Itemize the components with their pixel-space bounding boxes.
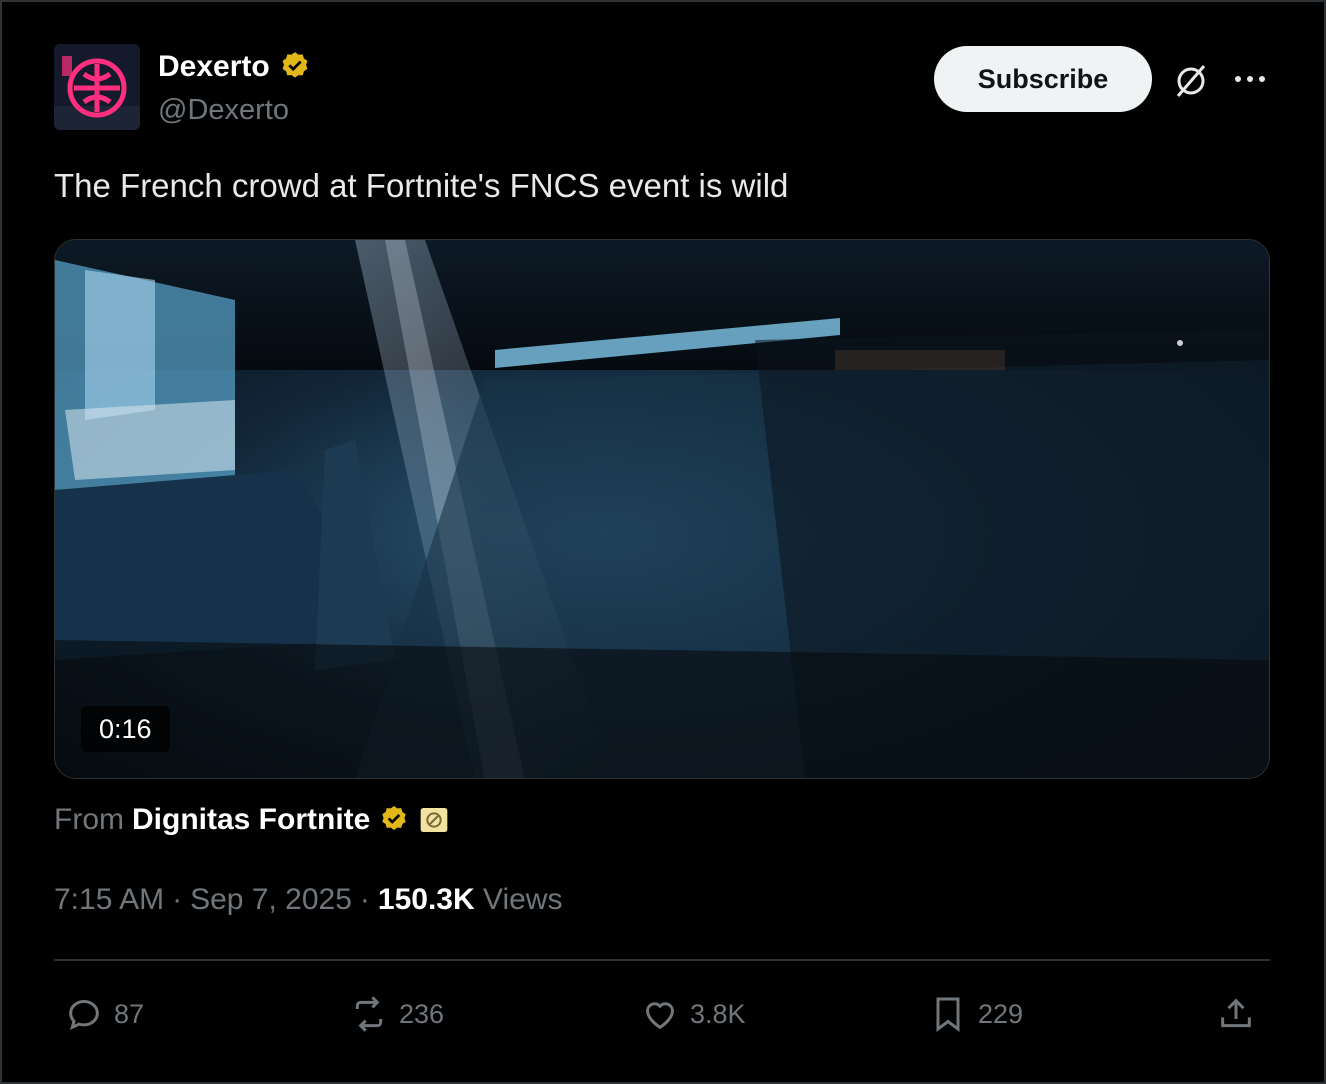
- repost-count: 236: [399, 998, 445, 1029]
- bookmark-count: 229: [978, 998, 1024, 1029]
- views-count: 150.3K: [377, 883, 475, 916]
- verified-icon: [382, 806, 407, 830]
- tweet-text: The French crowd at Fortnite's FNCS even…: [54, 167, 789, 204]
- repost-icon: [355, 996, 383, 1032]
- video-duration: 0:16: [81, 706, 170, 752]
- divider: [54, 959, 1270, 961]
- repost-button[interactable]: 236: [349, 986, 444, 1042]
- bookmark-button[interactable]: 229: [928, 986, 1023, 1042]
- video-thumbnail: [55, 240, 1269, 778]
- reply-button[interactable]: 87: [64, 986, 144, 1042]
- post-date[interactable]: Sep 7, 2025: [190, 878, 352, 922]
- like-count: 3.8K: [690, 998, 746, 1029]
- reply-icon: [69, 999, 99, 1031]
- author-name[interactable]: Dexerto: [158, 48, 270, 86]
- share-icon: [1221, 998, 1251, 1028]
- source-name[interactable]: Dignitas Fortnite: [132, 803, 370, 837]
- views-label: Views: [482, 883, 563, 916]
- video-source: From Dignitas Fortnite: [54, 798, 450, 842]
- reply-count: 87: [114, 998, 145, 1029]
- grok-icon[interactable]: [1172, 62, 1210, 100]
- tweet-header: Dexerto @Dexerto Subscribe: [54, 44, 1270, 134]
- post-time[interactable]: 7:15 AM: [54, 878, 164, 922]
- like-button[interactable]: 3.8K: [640, 986, 746, 1042]
- share-button[interactable]: [1216, 986, 1256, 1042]
- bookmark-icon: [936, 997, 960, 1032]
- like-icon: [645, 1002, 675, 1030]
- more-icon[interactable]: [1230, 64, 1270, 94]
- action-bar: 87 236 3.8K 229: [54, 986, 1270, 1042]
- separator: ·: [172, 883, 183, 916]
- separator: ·: [359, 883, 370, 916]
- tweet-metadata: 7:15 AM · Sep 7, 2025 · 150.3K Views: [54, 878, 562, 922]
- author-handle[interactable]: @Dexerto: [158, 92, 289, 128]
- subscribe-button[interactable]: Subscribe: [934, 46, 1152, 112]
- video-player[interactable]: 0:16: [54, 239, 1270, 779]
- affiliate-badge-icon[interactable]: [418, 804, 450, 836]
- avatar[interactable]: [54, 44, 140, 130]
- author-name-row: Dexerto: [158, 48, 312, 86]
- verified-icon: [282, 52, 308, 78]
- tweet-card: Dexerto @Dexerto Subscribe The French cr…: [0, 0, 1326, 1084]
- source-prefix: From: [54, 803, 124, 836]
